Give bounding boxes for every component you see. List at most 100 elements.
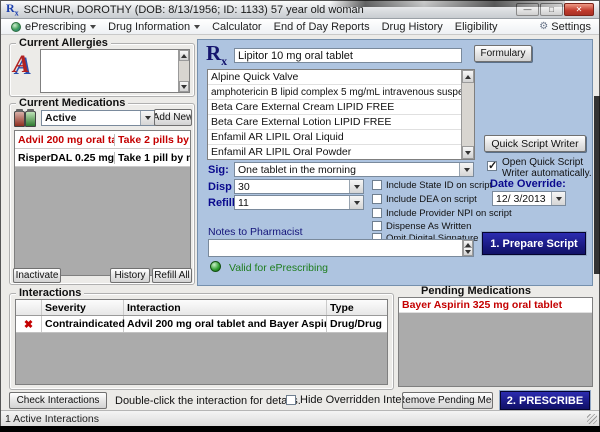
- interactions-title: Interactions: [16, 287, 84, 299]
- current-medications-group: Current Medications Active Add New Advil…: [9, 103, 195, 285]
- allergies-scrollbar[interactable]: [178, 50, 189, 92]
- pending-medication-item[interactable]: Bayer Aspirin 325 mg oral tablet: [399, 298, 592, 313]
- prescription-panel: Rx Formulary Alpine Quick Valve amphoter…: [197, 39, 593, 286]
- chevron-down-icon[interactable]: [349, 196, 363, 209]
- prepare-script-button[interactable]: 1. Prepare Script: [482, 232, 586, 255]
- gear-icon: ⚙: [539, 22, 548, 32]
- interaction-hint-text: Double-click the interaction for details…: [115, 395, 301, 407]
- interactions-group: Interactions Severity Interaction Type ✖…: [9, 293, 394, 390]
- menu-drug-history[interactable]: Drug History: [376, 19, 449, 34]
- chevron-down-icon[interactable]: [140, 111, 154, 125]
- date-override-select[interactable]: 12/ 3/2013: [492, 191, 566, 206]
- drug-result-item[interactable]: Enfamil AR LIPIL Oral Powder: [208, 145, 462, 160]
- open-qsw-label: Open Quick Script Writer automatically.: [502, 157, 592, 179]
- column-severity: Severity: [42, 300, 124, 315]
- open-qsw-checkbox[interactable]: [487, 161, 497, 171]
- drug-result-item[interactable]: amphotericin B lipid complex 5 mg/mL int…: [208, 85, 462, 100]
- medication-row[interactable]: RisperDAL 0.25 mg ... Take 1 pill by m..…: [15, 149, 190, 167]
- quick-script-writer-button[interactable]: Quick Script Writer: [484, 135, 586, 152]
- chevron-down-icon[interactable]: [459, 163, 473, 176]
- interaction-type: Drug/Drug: [327, 316, 387, 332]
- hide-overridden-checkbox[interactable]: [286, 395, 296, 405]
- drug-result-item[interactable]: Beta Care External Cream LIPID FREE: [208, 100, 462, 115]
- drug-results-list[interactable]: Alpine Quick Valve amphotericin B lipid …: [207, 69, 475, 160]
- notes-to-pharmacist-input[interactable]: [208, 239, 474, 257]
- column-interaction: Interaction: [124, 300, 327, 315]
- sig-label: Sig:: [208, 164, 229, 176]
- status-bar: 1 Active Interactions: [1, 410, 599, 426]
- scroll-down-icon[interactable]: [463, 247, 473, 256]
- drug-search-input[interactable]: [234, 48, 462, 63]
- medications-grid[interactable]: Advil 200 mg oral tab... Take 2 pills by…: [14, 130, 191, 276]
- refills-select[interactable]: 11: [234, 195, 364, 210]
- medication-sig: Take 1 pill by m...: [115, 152, 190, 164]
- valid-status-text: Valid for ePrescribing: [229, 262, 328, 274]
- interactions-table[interactable]: Severity Interaction Type ✖ Contraindica…: [15, 299, 388, 385]
- menu-bar: ePrescribing Drug Information Calculator…: [1, 19, 599, 35]
- menu-calculator[interactable]: Calculator: [206, 19, 268, 34]
- drug-list-scrollbar[interactable]: [461, 70, 474, 159]
- current-medications-title: Current Medications: [16, 97, 128, 109]
- valid-status-icon: [210, 261, 221, 272]
- dispense-as-written-checkbox[interactable]: [372, 221, 382, 231]
- interaction-description: Advil 200 mg oral tablet and Bayer Aspir…: [124, 316, 327, 332]
- medication-name: RisperDAL 0.25 mg ...: [15, 152, 115, 164]
- chevron-down-icon: [194, 25, 200, 29]
- date-override-label: Date Override:: [490, 178, 566, 190]
- menu-drug-information[interactable]: Drug Information: [102, 19, 206, 34]
- scroll-up-icon[interactable]: [462, 70, 474, 83]
- medication-sig: Take 2 pills by ...: [115, 134, 190, 146]
- column-type: Type: [327, 300, 387, 315]
- medication-row[interactable]: Advil 200 mg oral tab... Take 2 pills by…: [15, 131, 190, 149]
- medication-filter-select[interactable]: Active: [41, 110, 155, 126]
- prescribe-button[interactable]: 2. PRESCRIBE: [500, 391, 590, 410]
- menu-end-of-day-reports[interactable]: End of Day Reports: [268, 19, 376, 34]
- scroll-up-icon[interactable]: [179, 50, 189, 61]
- medication-name: Advil 200 mg oral tab...: [15, 134, 115, 146]
- rx-icon: Rx: [6, 2, 19, 17]
- interaction-row[interactable]: ✖ Contraindicated Advil 200 mg oral tabl…: [16, 316, 387, 333]
- remove-pending-med-button[interactable]: Remove Pending Med: [402, 392, 493, 409]
- chevron-down-icon: [90, 25, 96, 29]
- chevron-down-icon[interactable]: [551, 192, 565, 205]
- rx-icon: Rx: [206, 43, 227, 67]
- check-interactions-button[interactable]: Check Interactions: [9, 392, 107, 409]
- history-button[interactable]: History: [110, 268, 150, 283]
- status-text: 1 Active Interactions: [5, 413, 99, 425]
- formulary-button[interactable]: Formulary: [474, 45, 532, 62]
- close-icon[interactable]: ✕: [564, 3, 594, 16]
- current-allergies-title: Current Allergies: [16, 37, 111, 49]
- current-allergies-group: Current Allergies A: [9, 43, 195, 97]
- menu-eligibility[interactable]: Eligibility: [449, 19, 504, 34]
- include-dea-label: Include DEA on script: [386, 194, 477, 205]
- include-state-id-checkbox[interactable]: [372, 180, 382, 190]
- scroll-down-icon[interactable]: [462, 146, 474, 159]
- include-npi-checkbox[interactable]: [372, 208, 382, 218]
- pending-medications-title: Pending Medications: [421, 285, 531, 297]
- sig-select[interactable]: One tablet in the morning: [234, 162, 474, 177]
- drug-result-item[interactable]: Enfamil AR LIPIL Oral Liquid: [208, 130, 462, 145]
- inactivate-button[interactable]: Inactivate: [13, 268, 61, 283]
- disp-select[interactable]: 30: [234, 179, 364, 194]
- allergies-list[interactable]: [40, 49, 190, 93]
- include-dea-checkbox[interactable]: [372, 194, 382, 204]
- drug-result-item[interactable]: Beta Care External Lotion LIPID FREE: [208, 115, 462, 130]
- resize-grip-icon[interactable]: [587, 414, 597, 424]
- scroll-down-icon[interactable]: [179, 81, 189, 92]
- chevron-down-icon[interactable]: [349, 180, 363, 193]
- drug-result-item[interactable]: Alpine Quick Valve: [208, 70, 462, 85]
- app-window: Rx SCHNUR, DOROTHY (DOB: 8/13/1956; ID: …: [0, 0, 600, 426]
- menu-settings[interactable]: ⚙ Settings: [539, 21, 595, 33]
- contraindicated-icon: ✖: [24, 318, 33, 331]
- refill-all-button[interactable]: Refill All: [152, 268, 192, 283]
- photo-artifact: [330, 0, 565, 7]
- window-title: SCHNUR, DOROTHY (DOB: 8/13/1956; ID: 113…: [24, 4, 364, 16]
- photo-artifact: [594, 96, 600, 274]
- dispense-as-written-label: Dispense As Written: [386, 221, 471, 232]
- pending-medications-list[interactable]: Bayer Aspirin 325 mg oral tablet: [398, 297, 593, 387]
- menu-eprescribing[interactable]: ePrescribing: [5, 19, 102, 34]
- notes-spinner[interactable]: [462, 240, 473, 256]
- include-state-id-label: Include State ID on script: [386, 180, 492, 191]
- add-new-button[interactable]: Add New: [154, 109, 192, 126]
- include-npi-label: Include Provider NPI on script: [386, 208, 512, 219]
